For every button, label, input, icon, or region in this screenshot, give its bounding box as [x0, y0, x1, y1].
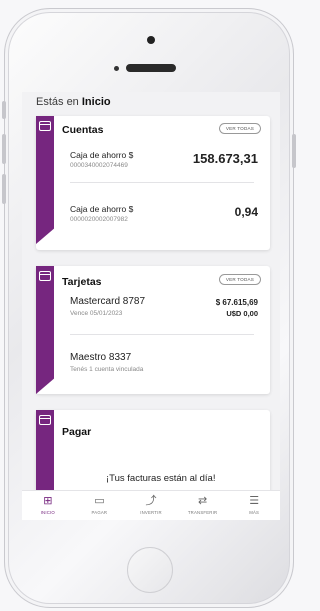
account-balance: 0,94 [234, 205, 258, 219]
tarjetas-ver-todas-button[interactable]: VER TODAS [218, 274, 261, 285]
card-detail: Tenés 1 cuenta vinculada [70, 366, 144, 373]
card-accent-stripe [36, 266, 54, 394]
breadcrumb: Estás en Inicio [36, 96, 111, 108]
home-button[interactable] [127, 547, 173, 593]
pagar-message: ¡Tus facturas están al día! [106, 473, 216, 484]
account-number: 0000020002007982 [70, 216, 128, 223]
tarjetas-card: Tarjetas VER TODAS Mastercard 8787 Vence… [36, 266, 270, 394]
cuentas-title: Cuentas [62, 124, 104, 136]
card-name: Maestro 8337 [70, 352, 132, 363]
app-screen: Estás en Inicio Cuentas VER TODAS Caja d… [22, 92, 280, 520]
tarjetas-title: Tarjetas [62, 276, 102, 288]
divider [70, 182, 254, 183]
wallet-icon: ▭ [94, 495, 105, 507]
breadcrumb-prefix: Estás en [36, 96, 79, 108]
tab-label: INICIO [40, 510, 55, 515]
tab-inicio[interactable]: ⊞ INICIO [22, 491, 74, 520]
card-balance-ars: $ 67.615,69 [215, 298, 258, 307]
transfer-icon: ⇄ [197, 495, 208, 507]
tab-transferir[interactable]: ⇄ TRANSFERIR [177, 491, 229, 520]
card-balance-usd: U$D 0,00 [226, 309, 258, 318]
cuentas-ver-todas-button[interactable]: VER TODAS [218, 123, 261, 134]
volume-down-button [2, 174, 6, 204]
account-number: 0000340002074469 [70, 162, 128, 169]
tab-invertir[interactable]: ⤴ INVERTIR [125, 491, 177, 520]
front-camera [114, 66, 119, 71]
tab-pagar[interactable]: ▭ PAGAR [74, 491, 126, 520]
trend-icon: ⤴ [145, 495, 157, 507]
tab-label: MÁS [249, 510, 260, 515]
pagar-title: Pagar [62, 426, 92, 438]
cuentas-card: Cuentas VER TODAS Caja de ahorro $ 00003… [36, 116, 270, 250]
menu-icon: ☰ [249, 495, 260, 507]
account-name: Caja de ahorro $ [70, 204, 134, 214]
breadcrumb-current: Inicio [81, 96, 111, 108]
card-accent-stripe [36, 116, 54, 244]
divider [70, 334, 254, 335]
wallet-icon [39, 121, 51, 131]
credit-card-icon [39, 271, 51, 281]
card-name: Mastercard 8787 [70, 296, 146, 307]
tab-label: INVERTIR [140, 510, 162, 515]
power-button [292, 134, 296, 168]
account-name: Caja de ahorro $ [70, 150, 134, 160]
tab-label: TRANSFERIR [187, 510, 218, 515]
tab-bar: ⊞ INICIO ▭ PAGAR ⤴ INVERTIR ⇄ TRANSFERIR… [22, 490, 280, 520]
tab-mas[interactable]: ☰ MÁS [228, 491, 280, 520]
proximity-sensor [147, 36, 155, 44]
tab-label: PAGAR [91, 510, 108, 515]
mute-switch [2, 101, 6, 119]
earpiece-speaker [126, 64, 176, 72]
account-balance: 158.673,31 [192, 151, 258, 166]
volume-up-button [2, 134, 6, 164]
grid-icon: ⊞ [43, 495, 53, 507]
bill-icon [39, 415, 51, 425]
card-expiry: Vence 05/01/2023 [70, 310, 123, 317]
